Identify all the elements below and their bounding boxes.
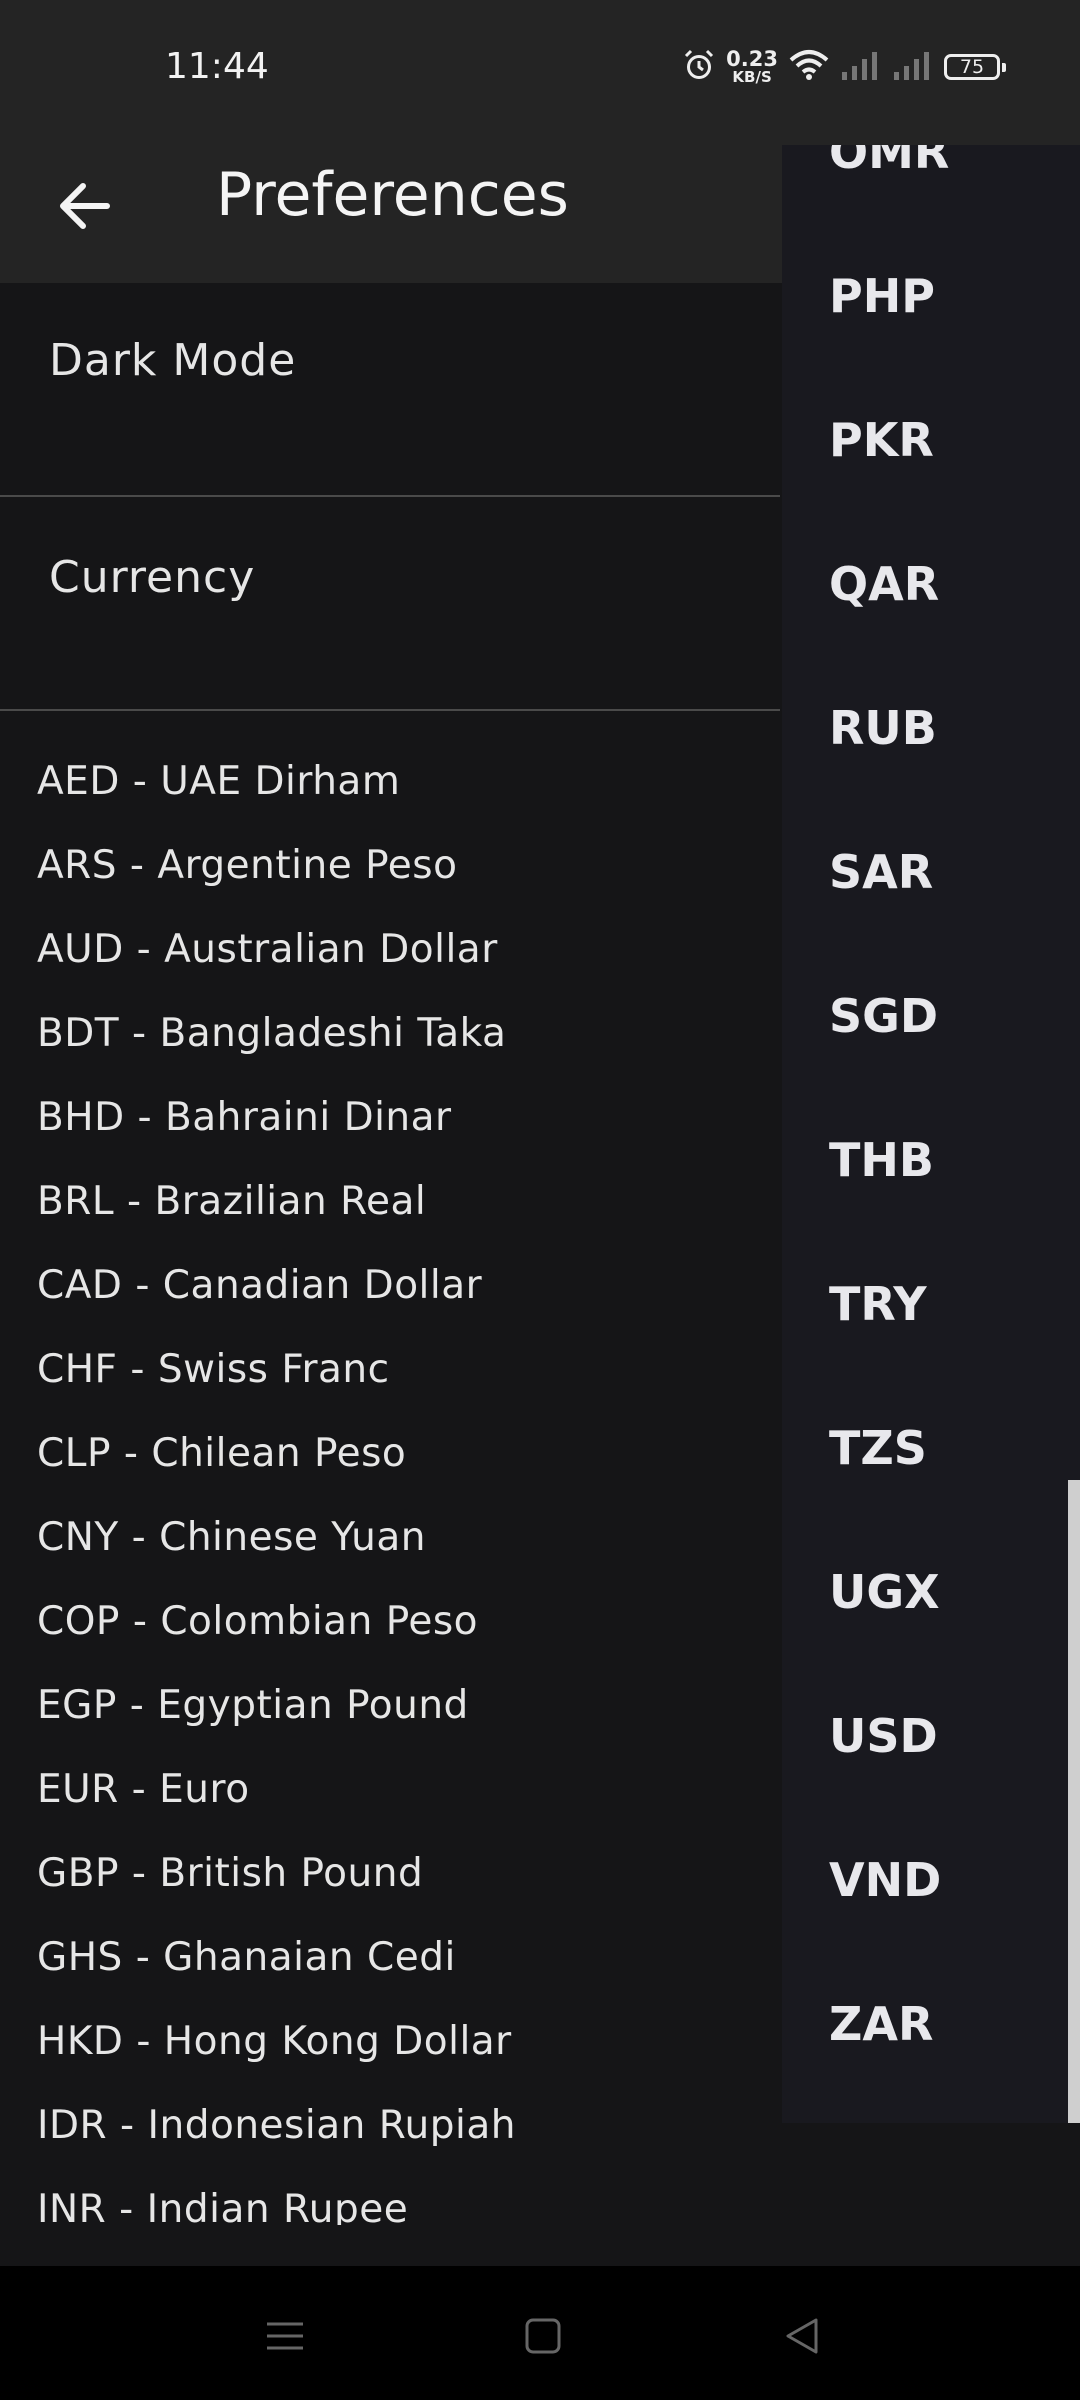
currency-item[interactable]: EUR - Euro	[0, 1748, 780, 1832]
dropdown-option[interactable]: OMR	[829, 145, 949, 179]
dropdown-option[interactable]: PKR	[829, 413, 934, 467]
dropdown-option[interactable]: USD	[829, 1709, 938, 1763]
dropdown-option[interactable]: QAR	[829, 557, 939, 611]
system-back-button[interactable]	[772, 2306, 832, 2366]
back-button[interactable]	[50, 171, 120, 241]
dropdown-option[interactable]: THB	[829, 1133, 934, 1187]
currency-item[interactable]: EGP - Egyptian Pound	[0, 1664, 780, 1748]
currency-list: AED - UAE Dirham ARS - Argentine Peso AU…	[0, 740, 780, 2225]
status-icons: 0.23 KB/S 75	[682, 48, 1006, 86]
currency-item[interactable]: INR - Indian Rupee	[0, 2168, 780, 2225]
page-title: Preferences	[216, 160, 569, 230]
currency-item[interactable]: AUD - Australian Dollar	[0, 908, 780, 992]
currency-item[interactable]: ARS - Argentine Peso	[0, 824, 780, 908]
arrow-left-icon	[60, 183, 110, 229]
dropdown-option[interactable]: SGD	[829, 989, 938, 1043]
menu-icon	[267, 2322, 303, 2350]
status-bar: 11:44 0.23 KB/S 75	[0, 0, 1080, 143]
back-icon	[786, 2318, 818, 2354]
currency-item[interactable]: AED - UAE Dirham	[0, 740, 780, 824]
currency-item[interactable]: BRL - Brazilian Real	[0, 1160, 780, 1244]
dark-mode-label: Dark Mode	[49, 335, 297, 386]
currency-item[interactable]: CHF - Swiss Franc	[0, 1328, 780, 1412]
dropdown-option[interactable]: TZS	[829, 1421, 927, 1475]
dropdown-option[interactable]: VND	[829, 1853, 941, 1907]
currency-item[interactable]: IDR - Indonesian Rupiah	[0, 2084, 780, 2168]
recent-apps-button[interactable]	[255, 2306, 315, 2366]
currency-label: Currency	[49, 552, 256, 603]
dropdown-option[interactable]: SAR	[829, 845, 933, 899]
dark-mode-setting[interactable]: Dark Mode	[0, 283, 780, 497]
currency-item[interactable]: HKD - Hong Kong Dollar	[0, 2000, 780, 2084]
network-speed-unit: KB/S	[732, 68, 772, 86]
dropdown-scrollbar[interactable]	[1068, 1480, 1080, 2123]
dropdown-option[interactable]: TRY	[829, 1277, 927, 1331]
currency-setting[interactable]: Currency	[0, 497, 780, 711]
home-button[interactable]	[513, 2306, 573, 2366]
currency-item[interactable]: BDT - Bangladeshi Taka	[0, 992, 780, 1076]
currency-item[interactable]: GHS - Ghanaian Cedi	[0, 1916, 780, 2000]
wifi-icon	[788, 48, 830, 86]
dropdown-option[interactable]: UGX	[829, 1565, 940, 1619]
network-speed: 0.23 KB/S	[726, 49, 778, 85]
signal-icon	[892, 48, 934, 86]
dropdown-option[interactable]: PHP	[829, 269, 935, 323]
currency-item[interactable]: GBP - British Pound	[0, 1832, 780, 1916]
currency-item[interactable]: BHD - Bahraini Dinar	[0, 1076, 780, 1160]
battery-indicator: 75	[944, 54, 1006, 80]
dropdown-option[interactable]: ZAR	[829, 1997, 933, 2051]
home-icon	[525, 2318, 561, 2354]
currency-item[interactable]: COP - Colombian Peso	[0, 1580, 780, 1664]
currency-item[interactable]: CNY - Chinese Yuan	[0, 1496, 780, 1580]
status-time: 11:44	[165, 46, 269, 87]
network-speed-value: 0.23	[726, 47, 778, 71]
dropdown-option[interactable]: RUB	[829, 701, 937, 755]
alarm-icon	[682, 48, 716, 86]
currency-dropdown-menu[interactable]: OMR PHP PKR QAR RUB SAR SGD THB TRY TZS …	[782, 145, 1080, 2123]
navigation-bar	[0, 2266, 1080, 2400]
currency-item[interactable]: CLP - Chilean Peso	[0, 1412, 780, 1496]
currency-item[interactable]: CAD - Canadian Dollar	[0, 1244, 780, 1328]
signal-icon	[840, 48, 882, 86]
